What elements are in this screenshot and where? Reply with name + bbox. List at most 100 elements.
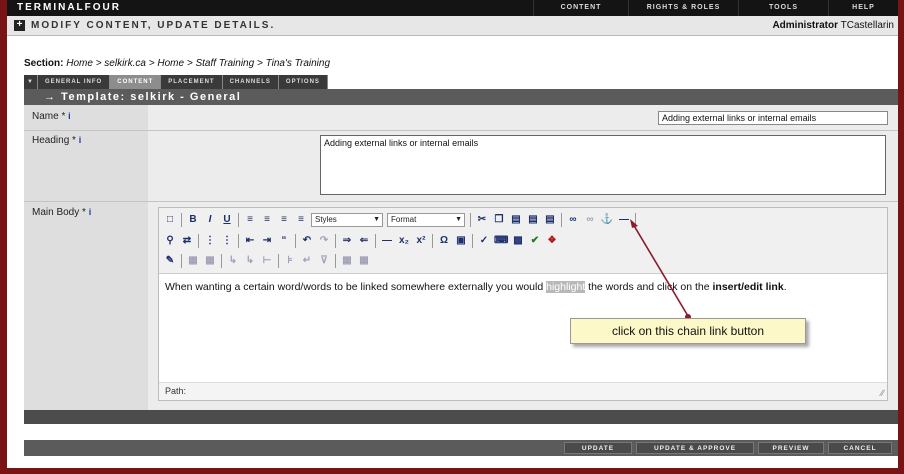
toolbar-separator [181,254,182,268]
cleanup-icon[interactable]: ✓ [477,234,491,248]
numbered-list-icon[interactable]: ⋮ [220,234,234,248]
align-center-icon[interactable]: ≡ [260,213,274,227]
toolbar-separator [335,254,336,268]
redo-icon[interactable]: ↷ [317,234,331,248]
action-bar: UPDATE UPDATE & APPROVE PREVIEW CANCEL [24,440,898,456]
styles-select[interactable]: Styles ▼ [311,213,383,227]
align-right-icon[interactable]: ≡ [277,213,291,227]
tab-channels[interactable]: CHANNELS [222,75,279,89]
cell-props-icon[interactable]: ⊽ [317,254,331,268]
info-icon[interactable]: i [79,135,82,145]
toolbar-row-3: ✎ ▦ ▦ ↳ ↳ ⊢ ⊧ ↵ ⊽ ▦ ▦ [163,252,374,270]
toolbar-separator [278,254,279,268]
user-role: Administrator [772,20,838,31]
update-approve-button[interactable]: UPDATE & APPROVE [636,442,754,454]
rtl-icon[interactable]: ⇐ [357,234,371,248]
table-props-icon[interactable]: ▦ [203,254,217,268]
help-icon[interactable]: ❖ [545,234,559,248]
horizontal-rule-icon[interactable]: — [617,213,631,227]
path-label: Path: [165,386,187,396]
update-button[interactable]: UPDATE [564,442,632,454]
row-insert-icon[interactable]: ↳ [226,254,240,268]
media-icon[interactable]: ▣ [454,234,468,248]
bullet-list-icon[interactable]: ⋮ [203,234,217,248]
template-title: → Template: selkirk - General [44,91,242,103]
heading-label-text: Heading * [32,135,76,146]
outdent-icon[interactable]: ⇤ [243,234,257,248]
toolbar-separator [432,234,433,248]
code-icon[interactable]: ⌨ [494,234,508,248]
col-insert-icon[interactable]: ↳ [243,254,257,268]
toolbar-separator [635,213,636,227]
tab-content[interactable]: CONTENT [110,75,162,89]
split-icon[interactable]: ⊧ [283,254,297,268]
button-spacer [24,424,898,440]
collapse-icon[interactable]: ▼ [24,75,38,89]
cancel-button[interactable]: CANCEL [828,442,892,454]
row-divider [24,130,898,131]
subscript-icon[interactable]: x₂ [397,234,411,248]
preview-button[interactable]: PREVIEW [758,442,824,454]
toolbar-separator [238,213,239,227]
heading-field[interactable]: Adding external links or internal emails [320,135,886,195]
superscript-icon[interactable]: x² [414,234,428,248]
main-body-label-text: Main Body * [32,207,86,218]
nav-help[interactable]: HELP [828,0,898,16]
section-path[interactable]: Home > selkirk.ca > Home > Staff Trainin… [66,58,330,69]
italic-icon[interactable]: I [203,213,217,227]
anchor-icon[interactable]: ⚓ [600,213,614,227]
copy-icon[interactable]: ❐ [492,213,506,227]
heading-label: Heading * i [32,135,81,146]
info-icon[interactable]: i [89,207,92,217]
align-left-icon[interactable]: ≡ [243,213,257,227]
row-divider [24,201,898,202]
resize-handle-icon[interactable]: ∕∕ [881,388,884,398]
format-select-value: Format [391,215,417,224]
chevron-down-icon: ▼ [455,216,462,223]
unlink-icon[interactable]: ∞ [583,213,597,227]
delete-icon[interactable]: ↵ [300,254,314,268]
link-icon[interactable]: ∞ [566,213,580,227]
styles-select-value: Styles [315,215,337,224]
undo-icon[interactable]: ↶ [300,234,314,248]
paste-icon[interactable]: ▤ [509,213,523,227]
nav-content[interactable]: CONTENT [533,0,628,16]
window-border-right [898,0,904,474]
table-props-icon[interactable]: ▦ [357,254,371,268]
nav-tools[interactable]: TOOLS [738,0,828,16]
new-document-icon[interactable]: □ [163,213,177,227]
tab-options[interactable]: OPTIONS [278,75,328,89]
indent-icon[interactable]: ⇥ [260,234,274,248]
user-name[interactable]: TCastellarin [841,20,894,31]
info-icon[interactable]: i [68,111,71,121]
app-logo: TERMINALFOUR [17,2,121,13]
chevron-down-icon: ▼ [373,216,380,223]
cut-icon[interactable]: ✂ [475,213,489,227]
bold-icon[interactable]: B [186,213,200,227]
edit-icon[interactable]: ✎ [163,254,177,268]
tab-general-info[interactable]: GENERAL INFO [38,75,111,89]
table-icon[interactable]: ▦ [186,254,200,268]
blockquote-icon[interactable]: “ [277,234,291,248]
name-field[interactable] [658,111,888,125]
paste-text-icon[interactable]: ▤ [526,213,540,227]
merge-icon[interactable]: ⊢ [260,254,274,268]
underline-icon[interactable]: U [220,213,234,227]
breadcrumb: Section: Home > selkirk.ca > Home > Staf… [24,58,330,69]
find-icon[interactable]: ⚲ [163,234,177,248]
tab-placement[interactable]: PLACEMENT [161,75,223,89]
paste-word-icon[interactable]: ▤ [543,213,557,227]
row-props-icon[interactable]: ▦ [340,254,354,268]
ltr-icon[interactable]: ⇒ [340,234,354,248]
nav-rights-roles[interactable]: RIGHTS & ROLES [628,0,738,16]
editor-path-bar: Path: ∕∕ [159,382,887,400]
special-char-icon[interactable]: Ω [437,234,451,248]
hr-icon[interactable]: — [380,234,394,248]
app-window: TERMINALFOUR CONTENT RIGHTS & ROLES TOOL… [0,0,904,474]
replace-icon[interactable]: ⇄ [180,234,194,248]
image-icon[interactable]: ▩ [511,234,525,248]
format-select[interactable]: Format ▼ [387,213,465,227]
spellcheck-icon[interactable]: ✔ [528,234,542,248]
toolbar-separator [470,213,471,227]
justify-icon[interactable]: ≡ [294,213,308,227]
